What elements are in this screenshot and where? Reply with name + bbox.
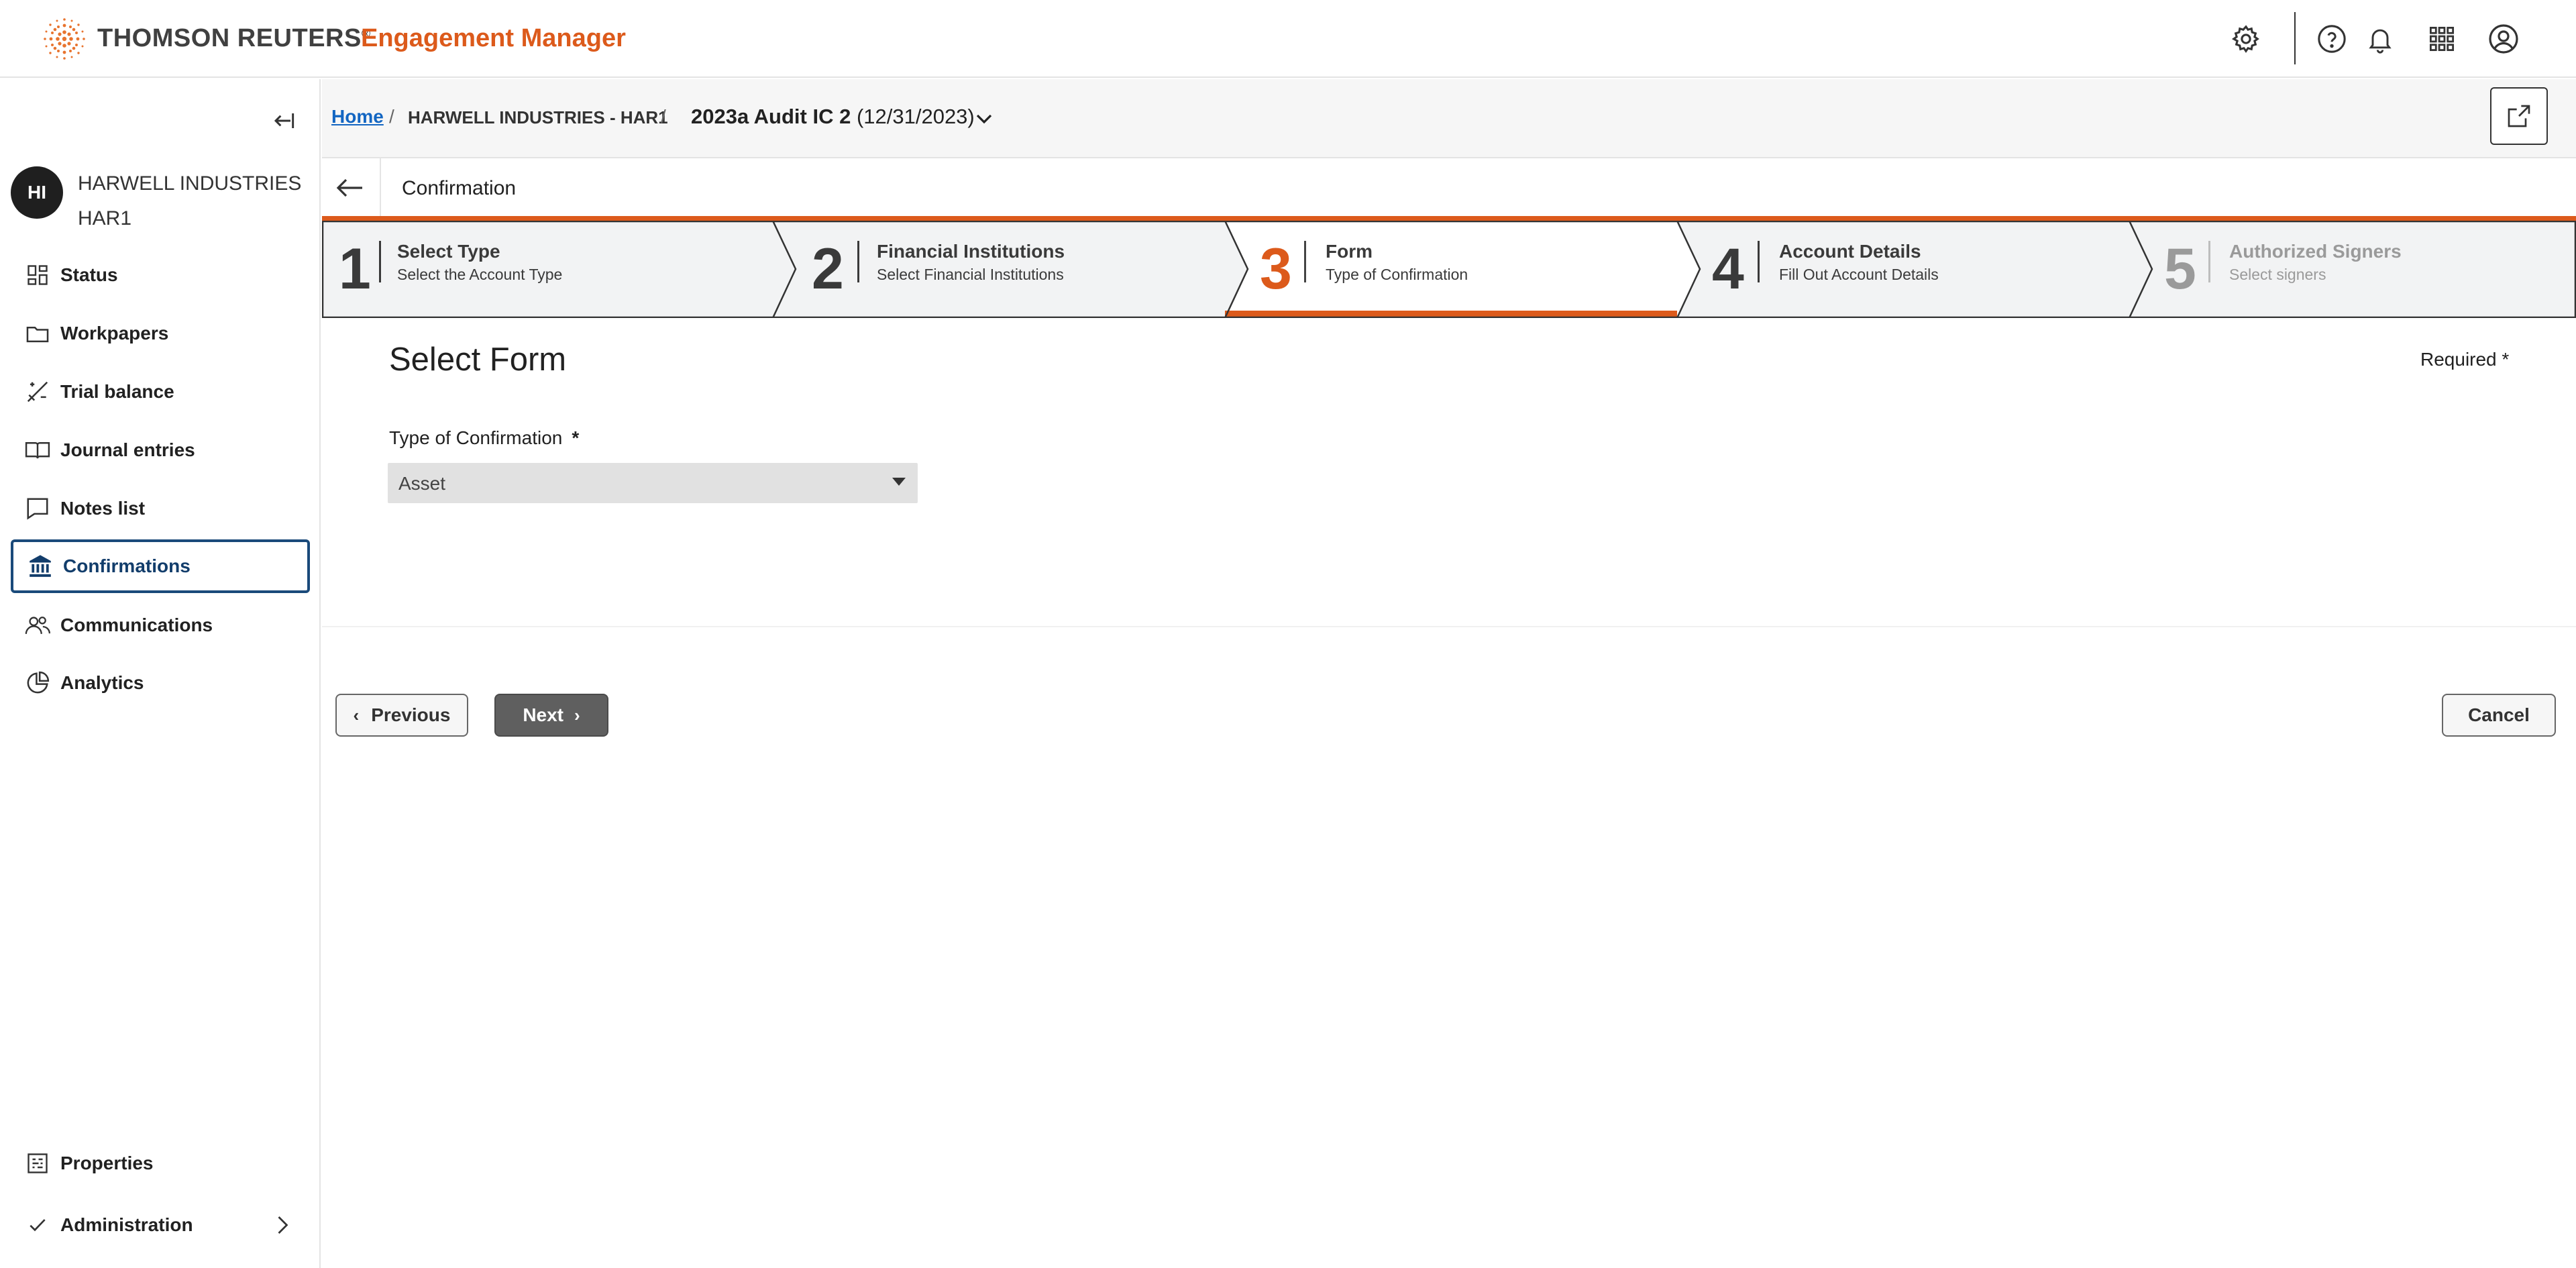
- accent-line: [322, 216, 2576, 221]
- sidebar-item-label: Confirmations: [63, 556, 191, 576]
- breadcrumb-client[interactable]: HARWELL INDUSTRIES - HAR1: [408, 107, 668, 128]
- sidebar-item-confirmations[interactable]: Confirmations: [11, 539, 310, 593]
- type-of-confirmation-label: Type of Confirmation *: [389, 427, 580, 448]
- step-number: 2: [812, 237, 844, 301]
- apps-grid-icon[interactable]: [2423, 20, 2461, 58]
- page-title: Confirmation: [402, 177, 517, 199]
- step-divider: [379, 241, 381, 282]
- external-link-icon: [2508, 105, 2530, 127]
- thomson-reuters-logo-icon: [44, 18, 85, 60]
- user-account-icon[interactable]: [2485, 20, 2522, 58]
- step-subtitle: Type of Confirmation: [1326, 266, 1468, 283]
- step-divider: [857, 241, 859, 282]
- comment-icon: [24, 495, 51, 522]
- selected-value: Asset: [398, 473, 446, 494]
- engagement-selector[interactable]: 2023a Audit IC 2 (12/31/2023): [691, 105, 975, 129]
- form-title: Select Form: [389, 341, 567, 378]
- brand-name: THOMSON REUTERS®: [97, 24, 371, 52]
- product-name[interactable]: Engagement Manager: [361, 24, 626, 53]
- sidebar-item-status[interactable]: Status: [11, 248, 310, 302]
- step-number: 1: [339, 237, 371, 301]
- sidebar-item-properties[interactable]: Properties: [11, 1137, 310, 1190]
- help-icon[interactable]: [2313, 20, 2351, 58]
- breadcrumb-separator: /: [389, 106, 394, 127]
- step-title: Select Type: [397, 241, 500, 262]
- step-subtitle: Select signers: [2229, 266, 2326, 283]
- breadcrumb: Home / HARWELL INDUSTRIES - HAR1 / 2023a…: [322, 79, 2576, 158]
- step-number: 3: [1260, 237, 1292, 301]
- bank-icon: [27, 553, 54, 580]
- next-button[interactable]: Next ›: [494, 694, 608, 737]
- top-header: THOMSON REUTERS® Engagement Manager: [0, 0, 2576, 78]
- sidebar-item-label: Status: [60, 264, 118, 285]
- header-divider: [2294, 12, 2296, 64]
- chevron-right-icon: ›: [574, 704, 580, 725]
- step-subtitle: Select Financial Institutions: [877, 266, 1064, 283]
- sidebar-item-analytics[interactable]: Analytics: [11, 656, 310, 710]
- step-title: Financial Institutions: [877, 241, 1065, 262]
- form-divider: [322, 626, 2576, 627]
- breadcrumb-separator: /: [661, 106, 666, 127]
- required-asterisk: *: [572, 427, 580, 448]
- sidebar-item-label: Administration: [60, 1214, 193, 1235]
- properties-icon: [24, 1150, 51, 1177]
- step-subtitle: Fill Out Account Details: [1779, 266, 1939, 283]
- trial-balance-icon: [24, 378, 51, 405]
- back-arrow-icon[interactable]: [331, 170, 369, 205]
- client-name: HARWELL INDUSTRIES HAR1: [78, 172, 302, 229]
- previous-button[interactable]: ‹ Previous: [335, 694, 468, 737]
- sidebar-item-trial-balance[interactable]: Trial balance: [11, 365, 310, 419]
- breadcrumb-home-link[interactable]: Home: [331, 106, 384, 127]
- sidebar-item-label: Journal entries: [60, 439, 195, 460]
- step-number: 4: [1712, 237, 1744, 301]
- type-of-confirmation-select[interactable]: Asset: [388, 463, 918, 503]
- sidebar-item-label: Workpapers: [60, 323, 169, 344]
- cancel-button[interactable]: Cancel: [2442, 694, 2556, 737]
- chevron-left-icon: ‹: [353, 704, 360, 725]
- bell-icon[interactable]: [2361, 20, 2399, 58]
- step-title: Account Details: [1779, 241, 1921, 262]
- sidebar-item-workpapers[interactable]: Workpapers: [11, 307, 310, 360]
- sidebar-item-label: Trial balance: [60, 381, 174, 402]
- sidebar-item-label: Notes list: [60, 498, 146, 519]
- step-subtitle: Select the Account Type: [397, 266, 563, 283]
- folder-icon: [24, 320, 51, 347]
- people-icon: [24, 612, 51, 639]
- sidebar-item-communications[interactable]: Communications: [11, 598, 310, 652]
- step-title: Form: [1326, 241, 1373, 262]
- wizard-stepper: 1 Select Type Select the Account Type 2 …: [322, 221, 2576, 318]
- sidebar-item-label: Analytics: [60, 672, 144, 693]
- avatar: HI: [11, 166, 63, 219]
- step-divider: [2208, 241, 2210, 282]
- step-number: 5: [2164, 237, 2196, 301]
- open-external-button[interactable]: [2490, 87, 2548, 145]
- required-note: Required *: [2420, 349, 2510, 370]
- chevron-down-icon[interactable]: [974, 109, 994, 129]
- check-icon: [24, 1212, 51, 1238]
- sidebar-item-label: Properties: [60, 1153, 154, 1173]
- sidebar: HI HARWELL INDUSTRIES HAR1 Status Workpa…: [0, 79, 321, 1268]
- pie-chart-icon: [24, 670, 51, 696]
- title-divider: [380, 158, 381, 217]
- book-icon: [24, 437, 51, 464]
- sidebar-item-journal-entries[interactable]: Journal entries: [11, 423, 310, 477]
- step-divider: [1304, 241, 1306, 282]
- step-title: Authorized Signers: [2229, 241, 2402, 262]
- step-divider: [1758, 241, 1760, 282]
- sidebar-item-notes-list[interactable]: Notes list: [11, 482, 310, 535]
- caret-down-icon: [892, 478, 906, 486]
- page-title-bar: Confirmation: [322, 158, 2576, 217]
- sidebar-item-administration[interactable]: Administration: [11, 1198, 310, 1252]
- chevron-right-icon: [278, 1216, 288, 1234]
- collapse-left-icon[interactable]: [268, 106, 298, 136]
- gear-icon[interactable]: [2227, 20, 2265, 58]
- sidebar-item-label: Communications: [60, 615, 213, 635]
- dashboard-icon: [24, 262, 51, 288]
